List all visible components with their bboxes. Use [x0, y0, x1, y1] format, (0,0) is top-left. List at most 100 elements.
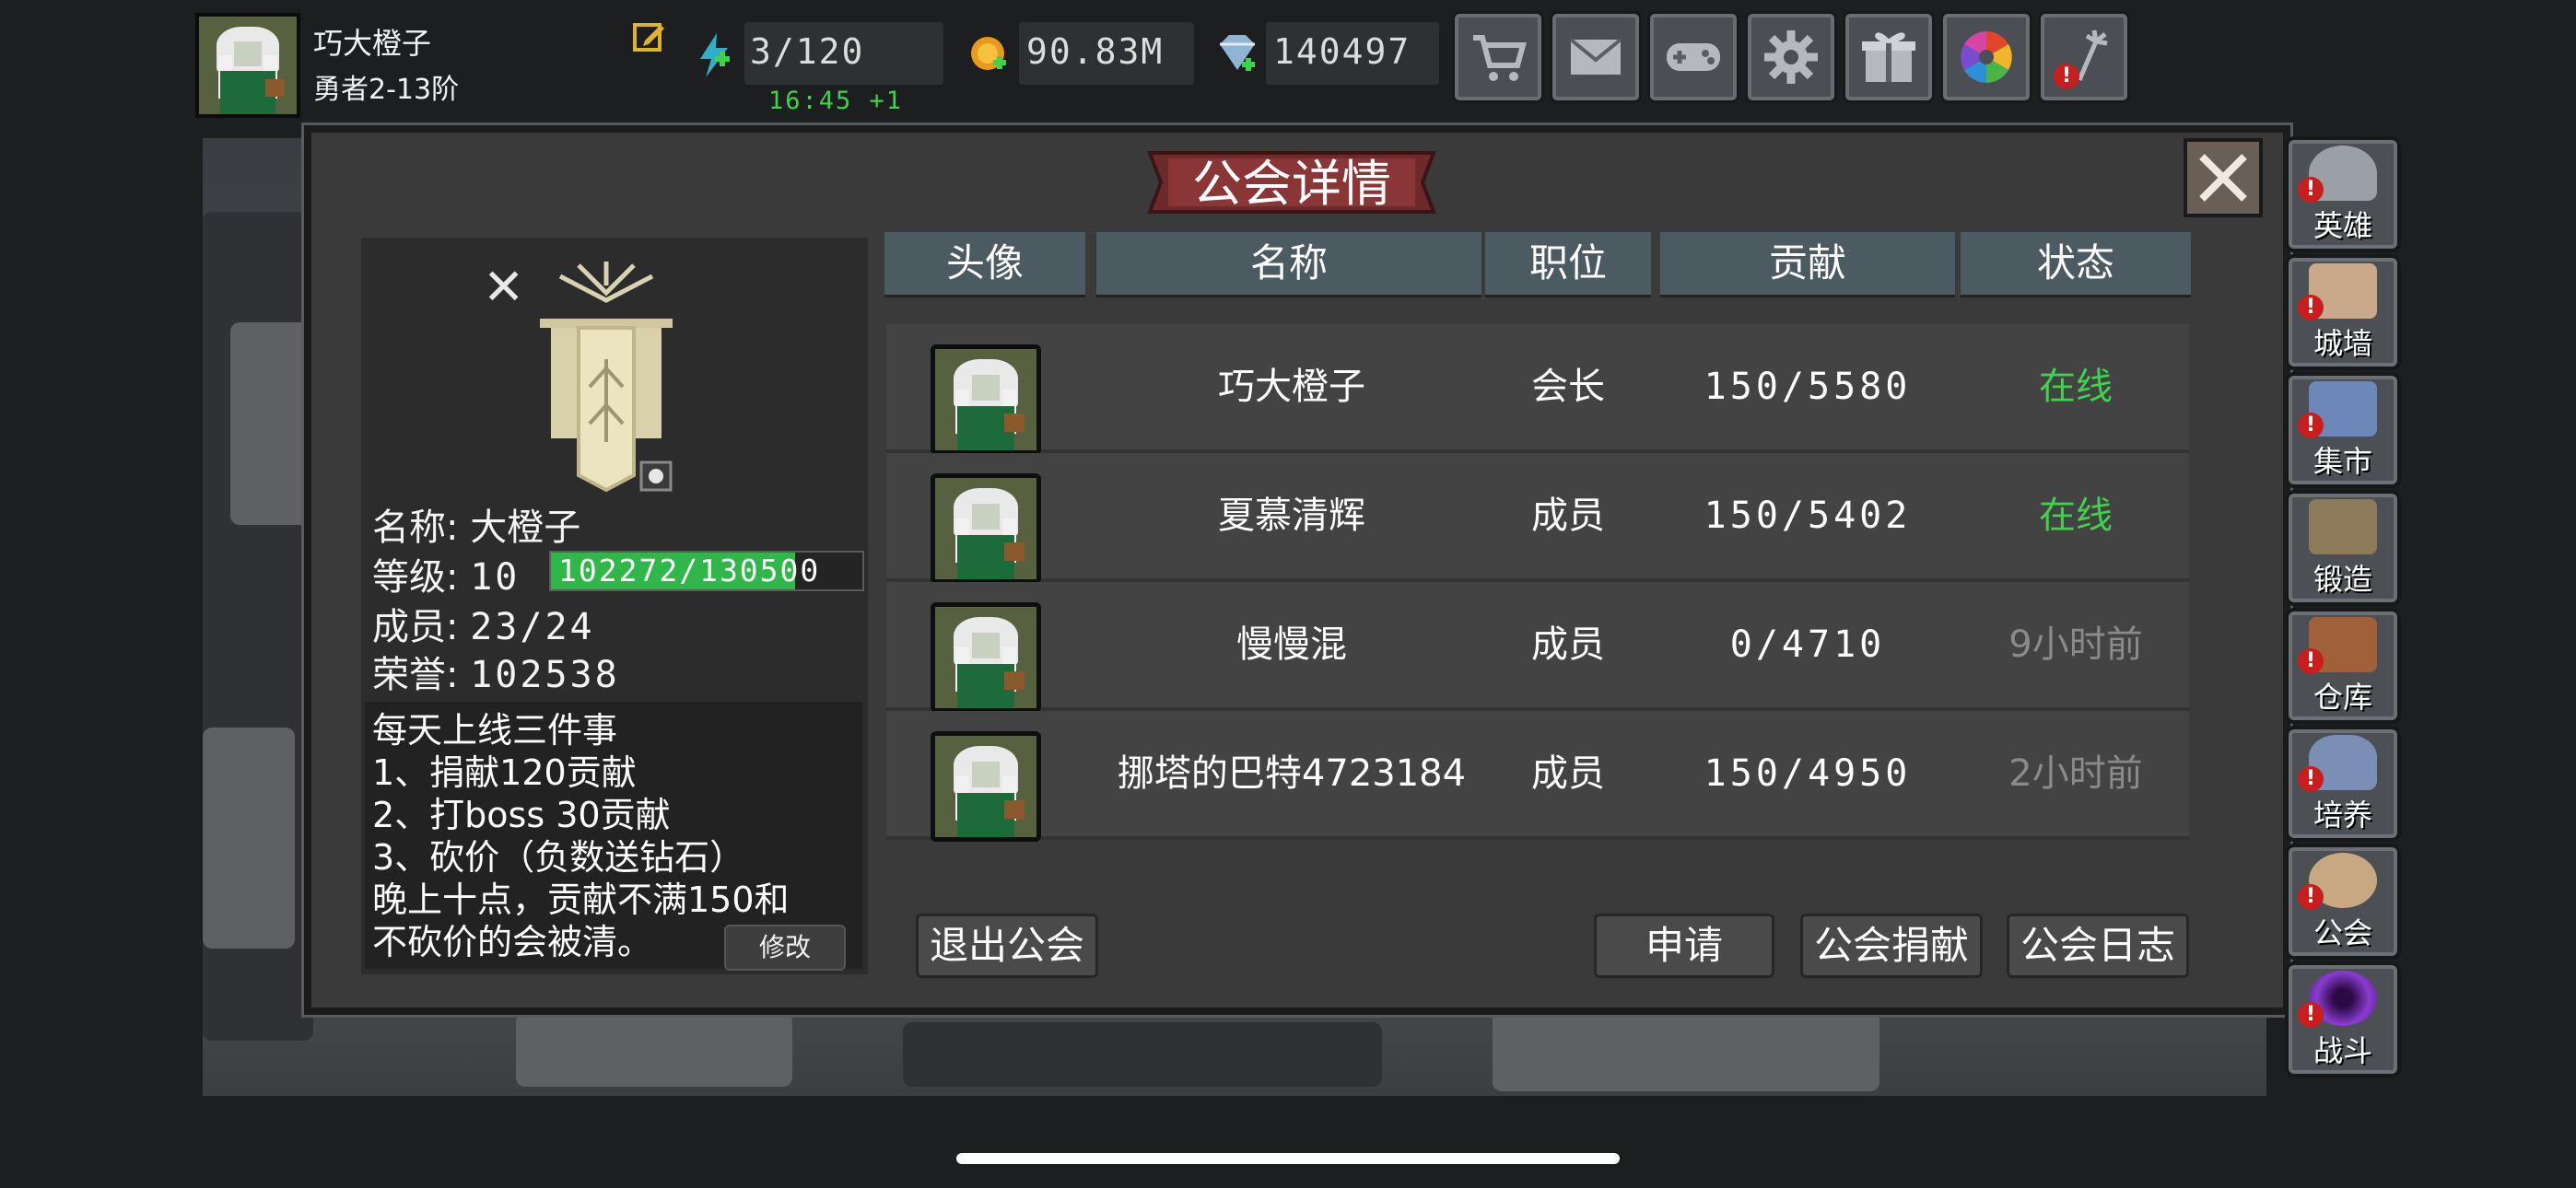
guild-members-row: 成员: 23/24 [372, 597, 595, 650]
gift-icon [1862, 32, 1915, 82]
player-rank: 勇者2-13阶 [313, 74, 460, 106]
alert-badge: ! [2298, 295, 2324, 320]
sidebar-label: 集市 [2313, 444, 2372, 479]
sidebar-battle-button[interactable]: ! 战斗 [2285, 961, 2401, 1077]
guild-donate-button[interactable]: 公会捐献 [1800, 914, 1983, 978]
home-indicator[interactable] [956, 1153, 1620, 1164]
guild-exp-text: 102272/130500 [558, 553, 821, 588]
color-wheel-icon [1961, 31, 2012, 83]
alert-badge: ! [2298, 413, 2324, 438]
sidebar-label: 城墙 [2313, 326, 2372, 361]
gold-coin-icon [971, 37, 1006, 70]
member-status: 2小时前 [2008, 752, 2143, 795]
header-role: 职位 [1485, 232, 1651, 297]
guild-level: 10 [470, 556, 521, 599]
guild-members-label: 成员: [372, 606, 459, 648]
shop-cart-icon [1473, 35, 1527, 81]
alert-badge: ! [2298, 766, 2324, 792]
header-avatar: 头像 [884, 232, 1085, 297]
energy-timer: 16:45 +1 [768, 87, 904, 115]
sidebar-warehouse-button[interactable]: ! 仓库 [2285, 608, 2401, 724]
diamond-value: 140497 [1273, 31, 1411, 72]
sidebar-guild-button[interactable]: ! 公会 [2285, 844, 2401, 960]
anvil-hammer-icon [2309, 499, 2377, 554]
member-status: 9小时前 [2008, 623, 2143, 666]
member-role: 成员 [1531, 495, 1605, 537]
guild-name-label: 名称: [372, 507, 459, 549]
sidebar-wall-button[interactable]: ! 城墙 [2285, 254, 2401, 370]
sidebar-market-button[interactable]: ! 集市 [2285, 372, 2401, 488]
guild-level-label: 等级: [372, 556, 459, 599]
alert-badge: ! [2054, 64, 2079, 89]
alert-badge: ! [2298, 1002, 2324, 1028]
gold-value: 90.83M [1026, 31, 1165, 72]
guild-level-row: 等级: 10 [372, 547, 520, 600]
member-contribution: 150/4950 [1704, 752, 1912, 795]
member-contribution: 150/5402 [1704, 495, 1912, 537]
panel-title: 公会详情 [1192, 155, 1391, 213]
member-avatar[interactable] [931, 602, 1041, 713]
energy-icon [700, 33, 730, 77]
guild-members: 23/24 [470, 606, 595, 648]
member-role: 会长 [1531, 366, 1605, 408]
sidebar-label: 战斗 [2313, 1033, 2372, 1068]
settings-button[interactable] [1745, 11, 1837, 103]
alert-badge: ! [2298, 648, 2324, 674]
header-name: 名称 [1096, 232, 1481, 297]
member-avatar[interactable] [931, 344, 1041, 455]
member-role: 成员 [1531, 623, 1605, 666]
mail-icon [1569, 38, 1622, 75]
member-name: 挪塔的巴特4723184 [1117, 752, 1467, 795]
member-status: 在线 [2039, 366, 2113, 408]
leave-guild-button[interactable]: 退出公会 [916, 914, 1098, 978]
guild-banner-icon [540, 262, 673, 493]
sidebar-label: 英雄 [2313, 208, 2372, 243]
player-avatar[interactable] [195, 13, 300, 118]
guild-name: 大橙子 [470, 507, 581, 549]
sidebar-label: 仓库 [2313, 680, 2372, 715]
member-row[interactable]: 挪塔的巴特4723184 成员 150/4950 2小时前 [886, 711, 2189, 842]
guild-honor-row: 荣誉: 102538 [372, 645, 620, 698]
guild-name-row: 名称: 大橙子 [372, 497, 580, 551]
header-contribution: 贡献 [1660, 232, 1955, 297]
member-avatar[interactable] [931, 731, 1041, 842]
color-wheel-button[interactable] [1940, 11, 2032, 103]
sidebar-hero-button[interactable]: ! 英雄 [2285, 136, 2401, 252]
member-contribution: 150/5580 [1704, 366, 1912, 408]
sidebar-label: 公会 [2313, 915, 2372, 950]
member-avatar[interactable] [931, 473, 1041, 584]
close-icon [2199, 154, 2247, 202]
games-button[interactable] [1647, 11, 1739, 103]
sidebar-train-button[interactable]: ! 培养 [2285, 726, 2401, 842]
guild-honor-label: 荣誉: [372, 654, 459, 696]
shop-button[interactable] [1452, 11, 1544, 103]
guild-exp-bar: 102272/130500 [549, 551, 864, 591]
member-row[interactable]: 慢慢混 成员 0/4710 9小时前 [886, 582, 2189, 713]
fireworks-button[interactable]: ! [2038, 11, 2130, 103]
guild-log-button[interactable]: 公会日志 [2007, 914, 2189, 978]
member-name: 巧大橙子 [1218, 366, 1365, 408]
dismiss-icon[interactable]: ✕ [483, 258, 524, 316]
edit-notice-button[interactable]: 修改 [724, 925, 846, 971]
member-row[interactable]: 巧大橙子 会长 150/5580 在线 [886, 324, 2189, 455]
sidebar-label: 锻造 [2313, 562, 2372, 597]
mail-button[interactable] [1550, 11, 1642, 103]
alert-badge: ! [2298, 177, 2324, 203]
gift-button[interactable] [1843, 11, 1935, 103]
member-status: 在线 [2039, 495, 2113, 537]
member-role: 成员 [1531, 752, 1605, 795]
member-name: 夏慕清辉 [1218, 495, 1365, 537]
edit-name-icon[interactable] [632, 18, 667, 53]
diamond-icon [1220, 35, 1255, 71]
guild-honor: 102538 [470, 654, 620, 696]
sidebar-forge-button[interactable]: 锻造 [2285, 490, 2401, 606]
apply-button[interactable]: 申请 [1594, 914, 1774, 978]
energy-value: 3/120 [750, 31, 865, 72]
close-button[interactable] [2184, 138, 2263, 217]
settings-gear-icon [1764, 30, 1818, 84]
gamepad-icon [1667, 43, 1720, 71]
member-row[interactable]: 夏慕清辉 成员 150/5402 在线 [886, 453, 2189, 584]
player-name: 巧大橙子 [313, 26, 432, 61]
notice-line: 不砍价的会被清。 [372, 922, 653, 962]
header-status: 状态 [1961, 232, 2191, 297]
